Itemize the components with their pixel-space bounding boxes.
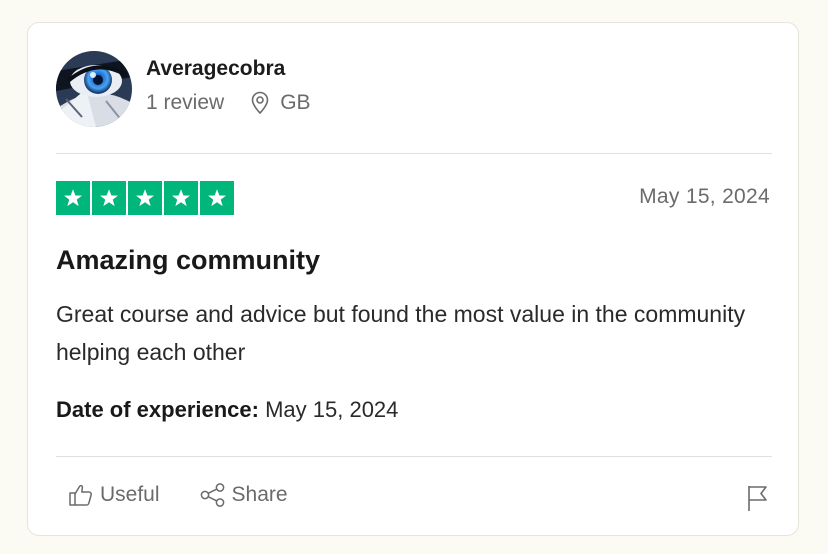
report-button[interactable] — [746, 484, 770, 517]
star-icon — [128, 181, 162, 215]
avatar[interactable] — [56, 51, 132, 127]
flag-icon — [748, 486, 767, 511]
star-icon — [164, 181, 198, 215]
consumer-info: Averagecobra 1 review GB — [56, 51, 311, 127]
consumer-meta: 1 review GB — [146, 90, 311, 116]
star-rating — [56, 181, 236, 215]
footer-divider — [56, 456, 772, 457]
share-button[interactable]: Share — [200, 483, 288, 507]
review-date: May 15, 2024 — [639, 185, 770, 208]
review-count: 1 review — [146, 91, 225, 114]
date-of-experience: Date of experience: May 15, 2024 — [56, 397, 398, 423]
thumbs-up-icon — [69, 484, 92, 506]
star-icon — [56, 181, 90, 215]
review-actions: Useful Share — [68, 483, 288, 507]
country-code: GB — [280, 91, 311, 114]
location-pin-icon — [251, 91, 269, 115]
consumer-location: GB — [250, 90, 311, 116]
experience-label: Date of experience: — [56, 397, 259, 422]
review-body: Great course and advice but found the mo… — [56, 301, 746, 365]
star-icon — [200, 181, 234, 215]
review-title[interactable]: Amazing community — [56, 245, 320, 276]
consumer-name[interactable]: Averagecobra — [146, 56, 311, 82]
share-label: Share — [231, 483, 288, 506]
useful-button[interactable]: Useful — [68, 483, 160, 507]
experience-date: May 15, 2024 — [265, 397, 399, 422]
consumer-details: Averagecobra 1 review GB — [146, 56, 311, 116]
header-divider — [56, 153, 772, 154]
review-card: Averagecobra 1 review GB May 15, 2024 Am… — [27, 22, 799, 536]
share-icon — [200, 483, 224, 507]
star-icon — [92, 181, 126, 215]
useful-label: Useful — [100, 483, 160, 506]
